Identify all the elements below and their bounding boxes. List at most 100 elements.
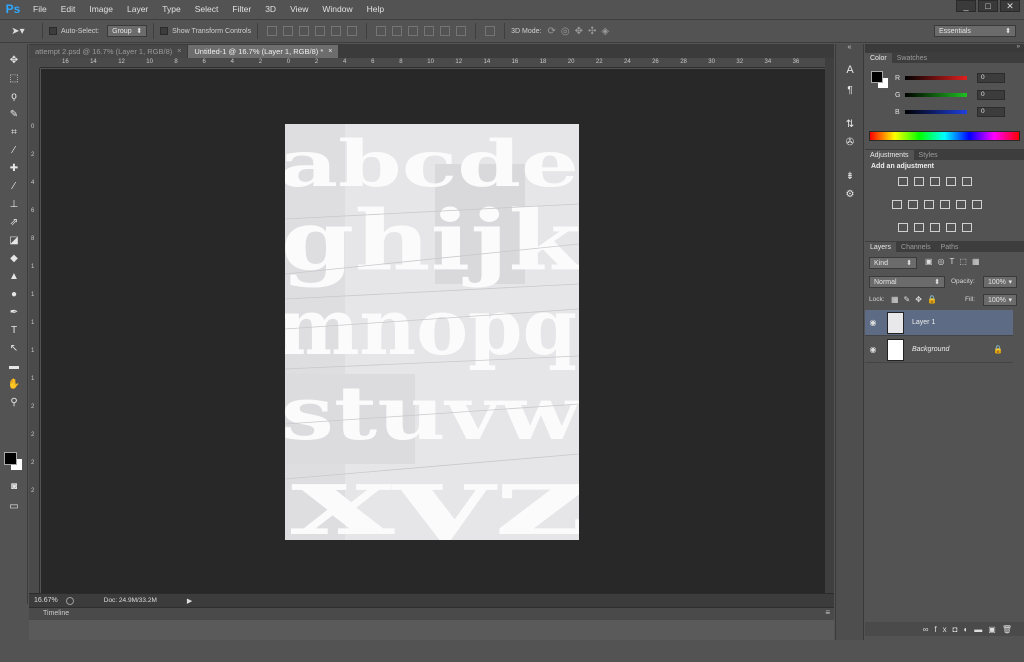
invert-icon[interactable] [898, 223, 908, 232]
red-slider[interactable] [905, 76, 967, 80]
opacity-field[interactable]: 100% ▾ [983, 276, 1017, 288]
red-value[interactable]: 0 [977, 73, 1005, 83]
gradient-tool-icon[interactable]: ◆ [5, 250, 23, 266]
align-right-icon[interactable] [347, 26, 358, 36]
panel-menu-icon[interactable]: ≡ [825, 608, 830, 617]
pen-tool-icon[interactable]: ✒ [5, 304, 23, 320]
tab-layers[interactable]: Layers [865, 242, 897, 252]
distribute-vcenter-icon[interactable] [392, 26, 403, 36]
document-canvas[interactable]: abcde ghijk mnopq stuvw xyz [285, 124, 579, 540]
levels-icon[interactable] [914, 177, 924, 186]
blue-slider[interactable] [905, 110, 967, 114]
properties-panel-icon[interactable]: ⚙ [841, 186, 859, 202]
curves-icon[interactable] [930, 177, 940, 186]
close-button[interactable]: ✕ [1000, 0, 1020, 12]
eyedropper-tool-icon[interactable]: ⁄ [5, 142, 23, 158]
distribute-bottom-icon[interactable] [408, 26, 419, 36]
green-value[interactable]: 0 [977, 90, 1005, 100]
exposure-icon[interactable] [946, 177, 956, 186]
ruler-vertical[interactable]: 0 2 4 6 8 1 1 1 1 1 2 2 2 2 [29, 68, 40, 593]
distribute-left-icon[interactable] [424, 26, 435, 36]
menu-image[interactable]: Image [82, 4, 120, 14]
lock-icons[interactable]: ▦✎✥🔒 [891, 295, 942, 304]
marquee-tool-icon[interactable]: ⬚ [5, 70, 23, 86]
color-balance-icon[interactable] [908, 200, 918, 209]
blend-mode-dropdown[interactable]: Normal ⬍ [869, 276, 945, 288]
tab-swatches[interactable]: Swatches [892, 53, 932, 63]
close-icon[interactable]: × [328, 48, 332, 55]
layer-row-layer-1[interactable]: ◉ Layer 1 [865, 310, 1013, 336]
quick-mask-icon[interactable]: ◙ [5, 478, 23, 494]
path-selection-tool-icon[interactable]: ↖ [5, 340, 23, 356]
clone-source-icon[interactable]: ✇ [841, 134, 859, 150]
3d-mode-icons[interactable]: ⟳◎✥✣◈ [547, 26, 614, 37]
maximize-button[interactable]: □ [978, 0, 998, 12]
align-bottom-icon[interactable] [299, 26, 310, 36]
info-icon[interactable] [65, 596, 74, 605]
auto-align-icon[interactable] [485, 26, 496, 36]
menu-select[interactable]: Select [188, 4, 226, 14]
tab-untitled-1[interactable]: Untitled-1 @ 16.7% (Layer 1, RGB/8) * × [188, 45, 339, 58]
tab-adjustments[interactable]: Adjustments [865, 150, 914, 160]
photo-filter-icon[interactable] [940, 200, 950, 209]
type-tool-icon[interactable]: T [5, 322, 23, 338]
align-left-icon[interactable] [315, 26, 326, 36]
layers-footer-icons[interactable]: ∞fx◘◐▬▣🗑 [923, 625, 1018, 634]
black-white-icon[interactable] [924, 200, 934, 209]
auto-select-checkbox[interactable] [49, 27, 57, 35]
brush-tool-icon[interactable]: ⁄ [5, 178, 23, 194]
eraser-tool-icon[interactable]: ◪ [5, 232, 23, 248]
clone-stamp-tool-icon[interactable]: ⊥ [5, 196, 23, 212]
timeline-tab[interactable]: Timeline [43, 610, 69, 617]
lasso-tool-icon[interactable]: ϙ [5, 88, 23, 104]
menu-filter[interactable]: Filter [225, 4, 258, 14]
history-panel-icon[interactable]: ⇟ [841, 168, 859, 184]
layer-filter-dropdown[interactable]: Kind ⬍ [869, 257, 917, 269]
menu-edit[interactable]: Edit [54, 4, 83, 14]
brush-presets-icon[interactable]: ⇅ [841, 116, 859, 132]
menu-3d[interactable]: 3D [258, 4, 283, 14]
auto-select-dropdown[interactable]: Group ⬍ [107, 25, 148, 37]
zoom-tool-icon[interactable]: ⚲ [5, 394, 23, 410]
ruler-horizontal[interactable]: 16 14 12 10 8 6 4 2 0 2 4 6 8 10 12 14 16 18 20 22 24 26 28 30 3… [40, 58, 825, 68]
crop-tool-icon[interactable]: ⌗ [5, 124, 23, 140]
layer-name[interactable]: Layer 1 [912, 319, 935, 326]
layer-filter-icons[interactable]: ▣◎T⬚▦ [925, 257, 985, 266]
blue-value[interactable]: 0 [977, 107, 1005, 117]
menu-file[interactable]: File [26, 4, 54, 14]
transform-controls-checkbox[interactable] [160, 27, 169, 35]
healing-brush-tool-icon[interactable]: ✚ [5, 160, 23, 176]
tab-styles[interactable]: Styles [914, 150, 943, 160]
history-brush-tool-icon[interactable]: ⇗ [5, 214, 23, 230]
visibility-eye-icon[interactable]: ◉ [865, 345, 881, 354]
distribute-right-icon[interactable] [456, 26, 467, 36]
color-lookup-icon[interactable] [972, 200, 982, 209]
move-tool-preset-icon[interactable]: ➤▾ [0, 26, 36, 37]
minimize-button[interactable]: _ [956, 0, 976, 12]
blur-tool-icon[interactable]: ▲ [5, 268, 23, 284]
menu-type[interactable]: Type [155, 4, 187, 14]
visibility-eye-icon[interactable]: ◉ [865, 318, 881, 327]
move-tool-icon[interactable]: ✥ [5, 52, 23, 68]
vibrance-icon[interactable] [962, 177, 972, 186]
workspace-dropdown[interactable]: Essentials ⬍ [934, 25, 1016, 37]
collapse-arrows-icon[interactable]: » [865, 44, 1024, 52]
channel-mixer-icon[interactable] [956, 200, 966, 209]
close-icon[interactable]: × [177, 48, 181, 55]
posterize-icon[interactable] [914, 223, 924, 232]
menu-view[interactable]: View [283, 4, 315, 14]
ruler-corner[interactable] [29, 58, 40, 68]
character-panel-icon[interactable]: A [841, 62, 859, 78]
layer-row-background[interactable]: ◉ Background 🔒 [865, 337, 1013, 363]
quick-select-tool-icon[interactable]: ✎ [5, 106, 23, 122]
tab-color[interactable]: Color [865, 53, 892, 63]
fill-field[interactable]: 100% ▾ [983, 294, 1017, 306]
screen-mode-icon[interactable]: ▭ [5, 498, 23, 514]
distribute-top-icon[interactable] [376, 26, 387, 36]
brightness-contrast-icon[interactable] [898, 177, 908, 186]
paragraph-panel-icon[interactable]: ¶ [841, 82, 859, 98]
tab-paths[interactable]: Paths [936, 242, 964, 252]
dodge-tool-icon[interactable]: ● [5, 286, 23, 302]
green-slider[interactable] [905, 93, 967, 97]
menu-window[interactable]: Window [315, 4, 359, 14]
